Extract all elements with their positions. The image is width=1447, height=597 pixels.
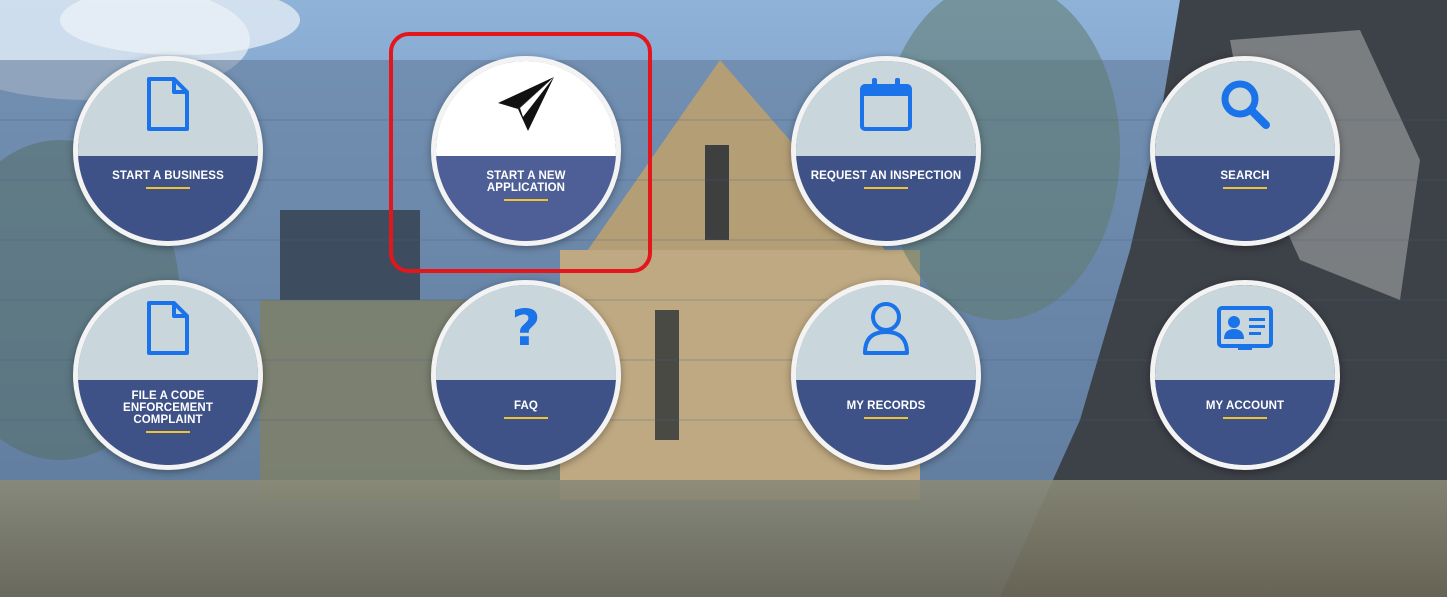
tile-label: FILE A CODE ENFORCEMENT COMPLAINT <box>123 389 213 426</box>
paper-plane-icon <box>496 74 556 134</box>
label-underline <box>146 430 190 433</box>
tile-label: MY ACCOUNT <box>1205 399 1285 412</box>
tile-label: FAQ <box>514 399 538 412</box>
tile-label: START A NEW APPLICATION <box>486 169 566 194</box>
label-underline <box>146 186 190 189</box>
tile-label: REQUEST AN INSPECTION <box>810 169 962 182</box>
tile-label: START A BUSINESS <box>112 169 224 182</box>
label-underline <box>1223 186 1267 189</box>
tile-faq[interactable]: ? FAQ <box>431 280 621 470</box>
id-card-icon <box>1215 298 1275 358</box>
tile-start-a-new-application[interactable]: START A NEW APPLICATION <box>431 56 621 246</box>
label-underline <box>504 198 548 201</box>
document-icon <box>138 298 198 358</box>
user-icon <box>856 298 916 358</box>
label-underline <box>864 416 908 419</box>
tile-search[interactable]: SEARCH <box>1150 56 1340 246</box>
search-icon <box>1215 74 1275 134</box>
tile-label: MY RECORDS <box>846 399 926 412</box>
hero-mural-background: START A BUSINESS START A NEW APPLICATION… <box>0 0 1447 597</box>
tile-my-account[interactable]: MY ACCOUNT <box>1150 280 1340 470</box>
document-icon <box>138 74 198 134</box>
tile-file-code-enforcement-complaint[interactable]: FILE A CODE ENFORCEMENT COMPLAINT <box>73 280 263 470</box>
tile-start-a-business[interactable]: START A BUSINESS <box>73 56 263 246</box>
tile-label: SEARCH <box>1220 169 1270 182</box>
label-underline <box>504 416 548 419</box>
question-mark-icon: ? <box>511 299 541 358</box>
label-underline <box>1223 416 1267 419</box>
calendar-icon <box>856 74 916 134</box>
label-underline <box>864 186 908 189</box>
tile-request-an-inspection[interactable]: REQUEST AN INSPECTION <box>791 56 981 246</box>
tile-my-records[interactable]: MY RECORDS <box>791 280 981 470</box>
